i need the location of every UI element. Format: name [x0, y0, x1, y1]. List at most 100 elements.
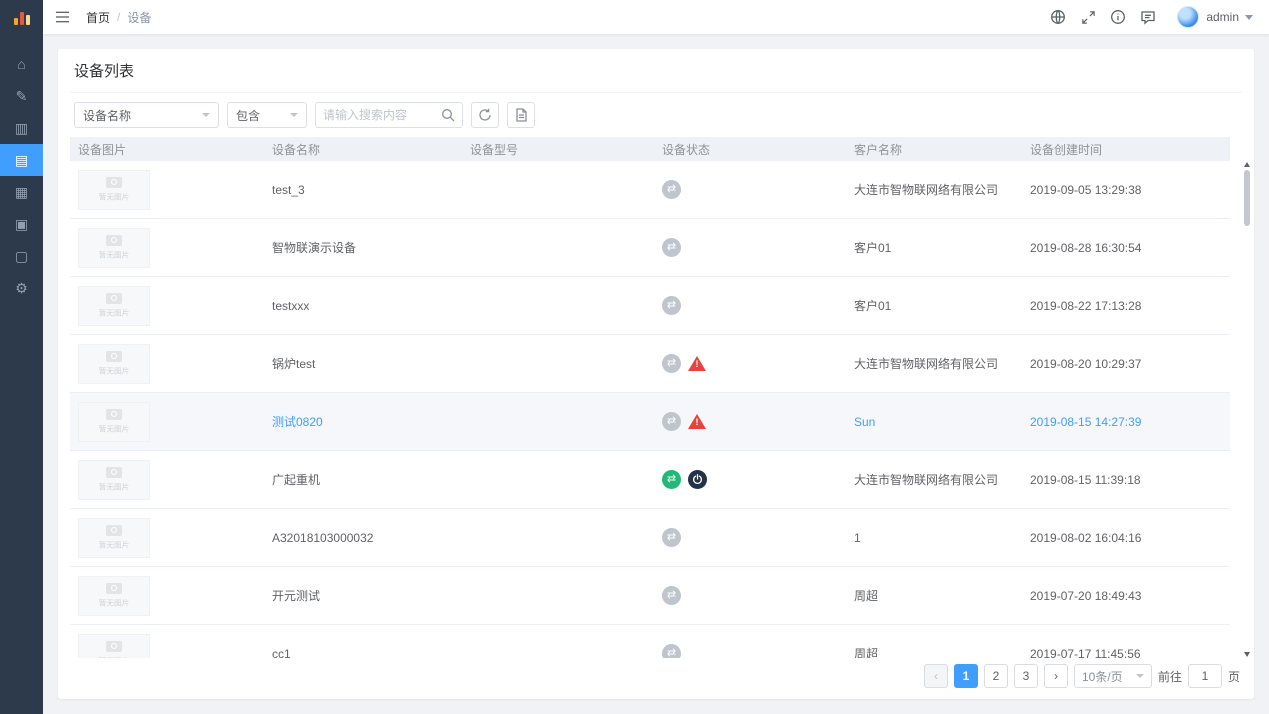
sidebar-item-calendar[interactable]: ▣ — [0, 208, 43, 240]
device-name: 锅炉test — [272, 357, 315, 371]
device-name-cell: 开元测试 — [264, 587, 462, 604]
no-image-text: 暂无图片 — [99, 538, 130, 549]
table-row[interactable]: 暂无图片广起重机⇄大连市智物联网络有限公司2019-08-15 11:39:18 — [70, 451, 1230, 509]
device-name-cell: testxxx — [264, 299, 462, 313]
customer-name-cell: 客户01 — [846, 239, 1022, 256]
created-time: 2019-08-20 10:29:37 — [1030, 357, 1141, 371]
customer-name-cell: 周超 — [846, 645, 1022, 658]
info-icon[interactable] — [1103, 4, 1133, 30]
page-button-1[interactable]: 1 — [954, 664, 978, 688]
language-icon[interactable] — [1043, 4, 1073, 30]
device-list-icon: ▤ — [15, 152, 28, 169]
vertical-scrollbar — [1242, 161, 1252, 658]
page-button-2[interactable]: 2 — [984, 664, 1008, 688]
camera-icon — [106, 409, 122, 420]
home-icon: ⌂ — [17, 56, 25, 72]
column-header: 设备型号 — [462, 141, 654, 158]
prev-page-button[interactable]: ‹ — [924, 664, 948, 688]
device-name-cell: 智物联演示设备 — [264, 239, 462, 256]
device-status-cell: ⇄ — [654, 470, 846, 489]
menu-fold-icon[interactable] — [55, 10, 70, 24]
chevron-down-icon[interactable] — [1245, 15, 1253, 20]
device-name: testxxx — [272, 299, 309, 313]
sidebar-item-files[interactable]: ▦ — [0, 176, 43, 208]
logo-bar-icon — [14, 18, 18, 25]
table-row[interactable]: 暂无图片testxxx⇄客户012019-08-22 17:13:28 — [70, 277, 1230, 335]
message-icon[interactable] — [1133, 4, 1163, 30]
user-avatar[interactable] — [1177, 6, 1199, 28]
chevron-down-icon — [290, 113, 298, 117]
sidebar-item-home[interactable]: ⌂ — [0, 48, 43, 80]
customer-name: 大连市智物联网络有限公司 — [854, 183, 998, 197]
logo-bar-icon — [20, 12, 24, 25]
user-name[interactable]: admin — [1206, 10, 1239, 24]
status-offline-icon: ⇄ — [662, 180, 681, 199]
table-row[interactable]: 暂无图片开元测试⇄周超2019-07-20 18:49:43 — [70, 567, 1230, 625]
customer-name-cell: 客户01 — [846, 297, 1022, 314]
device-image-cell: 暂无图片 — [70, 518, 264, 558]
sidebar-item-layers[interactable]: ▥ — [0, 112, 43, 144]
app-logo[interactable] — [0, 0, 43, 34]
status-alarm-icon: ! — [688, 414, 706, 429]
device-name[interactable]: 测试0820 — [272, 415, 323, 429]
status-alarm-icon: ! — [688, 356, 706, 371]
created-time-cell: 2019-07-20 18:49:43 — [1022, 589, 1230, 603]
device-name-cell: A32018103000032 — [264, 531, 462, 545]
no-image-text: 暂无图片 — [99, 306, 130, 317]
table-row[interactable]: 暂无图片cc1⇄周超2019-07-17 11:45:56 — [70, 625, 1230, 658]
status-offline-icon: ⇄ — [662, 644, 681, 658]
sidebar-item-form[interactable]: ▢ — [0, 240, 43, 272]
search-icon[interactable] — [441, 108, 455, 122]
sidebar-item-device-list[interactable]: ▤ — [0, 144, 43, 176]
sidebar-item-settings[interactable]: ⚙ — [0, 272, 43, 304]
search-input[interactable] — [323, 108, 436, 122]
topbar: 首页 / 设备 admin — [43, 0, 1269, 34]
table-row[interactable]: 暂无图片智物联演示设备⇄客户012019-08-28 16:30:54 — [70, 219, 1230, 277]
compose-icon: ✎ — [16, 88, 28, 105]
breadcrumb-separator: / — [117, 10, 120, 24]
goto-label: 前往 — [1158, 668, 1182, 685]
page-size-select[interactable]: 10条/页 — [1074, 664, 1152, 688]
created-time-cell: 2019-09-05 13:29:38 — [1022, 183, 1230, 197]
fullscreen-icon[interactable] — [1073, 4, 1103, 30]
device-image-placeholder: 暂无图片 — [78, 170, 150, 210]
device-name: 智物联演示设备 — [272, 241, 356, 255]
device-name: 广起重机 — [272, 473, 320, 487]
camera-lens — [111, 353, 117, 359]
logo-bar-icon — [26, 15, 30, 25]
scroll-down-icon[interactable] — [1244, 652, 1250, 657]
table-row[interactable]: 暂无图片 test_3 ⇄ 大连市智物联网络有限公司 2019-09-05 13:29:… — [70, 161, 1230, 219]
table-row[interactable]: 暂无图片锅炉test⇄!大连市智物联网络有限公司2019-08-20 10:29… — [70, 335, 1230, 393]
sidebar-item-compose[interactable]: ✎ — [0, 80, 43, 112]
device-image-cell: 暂无图片 — [70, 634, 264, 659]
page-button-3[interactable]: 3 — [1014, 664, 1038, 688]
camera-icon — [106, 641, 122, 652]
refresh-button[interactable] — [471, 102, 499, 128]
table-row[interactable]: 暂无图片A32018103000032⇄12019-08-02 16:04:16 — [70, 509, 1230, 567]
created-time: 2019-07-20 18:49:43 — [1030, 589, 1141, 603]
device-status-cell: ⇄ — [654, 180, 846, 199]
device-status-cell: ⇄ — [654, 296, 846, 315]
scroll-up-icon[interactable] — [1244, 162, 1250, 167]
device-name: 开元测试 — [272, 589, 320, 603]
search-operator-select[interactable]: 包含 — [227, 102, 307, 128]
search-field-select[interactable]: 设备名称 — [74, 102, 219, 128]
device-name-cell: 广起重机 — [264, 471, 462, 488]
next-page-button[interactable]: › — [1044, 664, 1068, 688]
customer-name: 周超 — [854, 589, 878, 603]
customer-name-cell: 大连市智物联网络有限公司 — [846, 355, 1022, 372]
device-image-cell: 暂无图片 — [70, 402, 264, 442]
breadcrumb: 首页 / 设备 — [86, 9, 151, 26]
table-row[interactable]: 暂无图片测试0820⇄!Sun2019-08-15 14:27:39 — [70, 393, 1230, 451]
device-status-cell: ⇄ — [654, 644, 846, 658]
camera-lens — [111, 527, 117, 533]
scrollbar-thumb[interactable] — [1244, 170, 1250, 226]
device-name: test_3 — [272, 183, 305, 197]
goto-page-input[interactable] — [1188, 664, 1222, 688]
device-status-cell: ⇄ — [654, 528, 846, 547]
no-image-text: 暂无图片 — [99, 190, 130, 201]
export-button[interactable] — [507, 102, 535, 128]
camera-icon — [106, 525, 122, 536]
breadcrumb-home[interactable]: 首页 — [86, 9, 110, 26]
no-image-text: 暂无图片 — [99, 248, 130, 259]
